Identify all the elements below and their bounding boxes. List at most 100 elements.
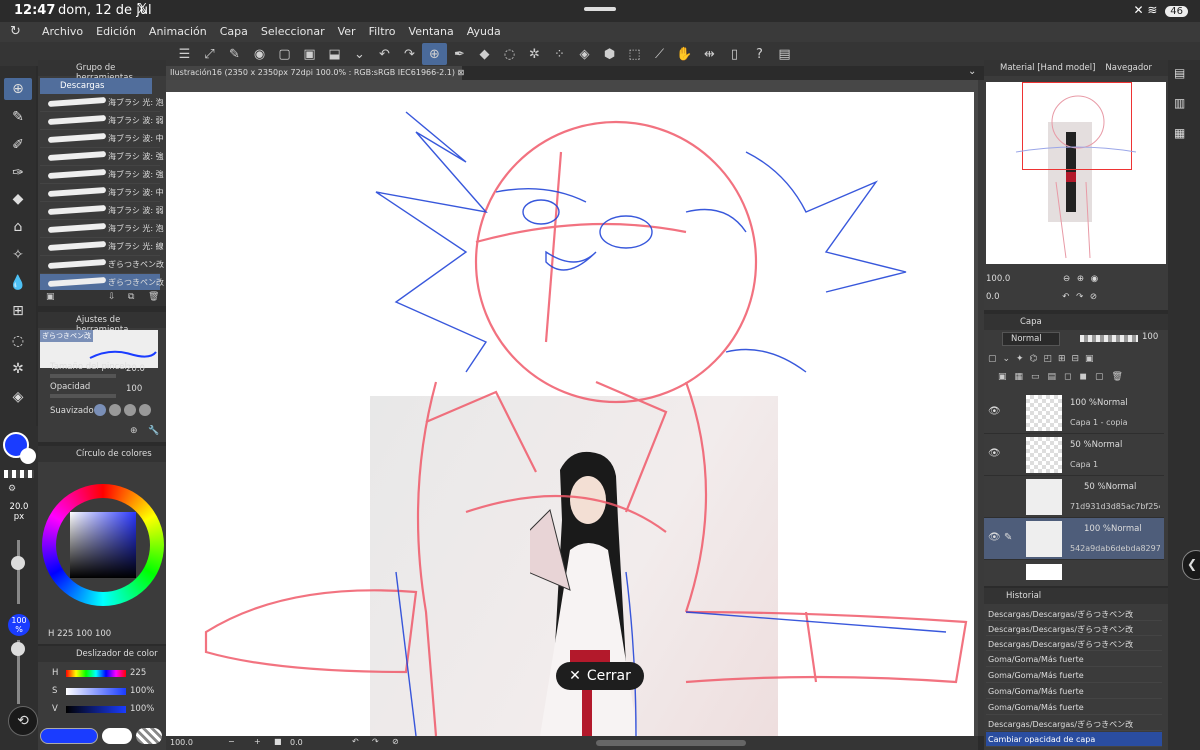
nav-rotate-left-icon[interactable]: ↶ (1062, 292, 1069, 302)
history-item[interactable]: Descargas/Descargas/ぎらつきペン改 (986, 621, 1162, 636)
item-bank-icon[interactable]: ▦ (1174, 126, 1185, 140)
chevron-down-icon[interactable]: ⌄ (347, 43, 372, 65)
menu-hamburger-icon[interactable]: ☰ (172, 43, 197, 65)
opacity-slider[interactable] (50, 394, 116, 398)
close-button[interactable]: ✕ Cerrar (556, 662, 644, 690)
menu-edicion[interactable]: Edición (96, 25, 136, 38)
layer-row-selected[interactable]: 👁 ✎ 100 %Normal 542a9dab6debda8297f97 (984, 518, 1164, 560)
pen-icon[interactable]: ✒ (447, 43, 472, 65)
drop-tool-icon[interactable]: 💧 (4, 272, 32, 294)
eye-icon[interactable]: 👁 (988, 532, 1001, 543)
document-tab[interactable]: Ilustración16 (2350 x 2350px 72dpi 100.0… (166, 66, 464, 80)
tabs-chevron-icon[interactable]: ⌄ (968, 66, 976, 77)
nav-zoom-in-icon[interactable]: ⊕ (1077, 274, 1084, 284)
saturation-slider[interactable] (66, 688, 126, 695)
fill-tool-icon[interactable]: ◈ (4, 386, 32, 408)
opacity-slider-handle[interactable] (11, 642, 25, 656)
brush-size-value[interactable]: 20.0 (126, 364, 145, 374)
layer-opacity-value[interactable]: 100 (1142, 332, 1158, 342)
brush-item[interactable]: ぎらつきペン改 (40, 256, 164, 274)
nav-rotation-value[interactable]: 0.0 (986, 292, 1000, 302)
lasso-tool-icon[interactable]: ◌ (4, 330, 32, 352)
history-item[interactable]: Goma/Goma/Más fuerte (986, 700, 1162, 715)
import-icon[interactable]: ⇩ (108, 292, 116, 302)
download-tool-icon[interactable]: ⊕ (4, 78, 32, 100)
nav-zoom-value[interactable]: 100.0 (986, 274, 1010, 284)
eraser-icon[interactable]: ◆ (472, 43, 497, 65)
layer-opacity-slider[interactable] (1080, 335, 1138, 342)
phone-icon[interactable]: ▯ (722, 43, 747, 65)
save-icon[interactable]: ⬓ (322, 43, 347, 65)
wand-tool-icon[interactable]: ✲ (4, 358, 32, 380)
copy-icon[interactable]: ▣ (46, 292, 55, 302)
rotate-left-icon[interactable]: ↶ (352, 737, 359, 746)
nav-zoom-out-icon[interactable]: ⊖ (1063, 274, 1070, 284)
history-item[interactable]: Goma/Goma/Más fuerte (986, 668, 1162, 683)
menu-ventana[interactable]: Ventana (409, 25, 454, 38)
nav-rotate-right-icon[interactable]: ↷ (1076, 292, 1083, 302)
hue-slider[interactable] (66, 670, 126, 677)
tab-material[interactable]: Material [Hand model] (1000, 63, 1095, 76)
new-file-icon[interactable]: ▢ (272, 43, 297, 65)
help-icon[interactable]: ? (747, 43, 772, 65)
brush-item[interactable]: 海ブラシ 波: 中 (40, 184, 164, 202)
opacity-value[interactable]: 100 (126, 384, 142, 394)
menu-animacion[interactable]: Animación (149, 25, 207, 38)
grid-tool-icon[interactable]: ⊞ (4, 300, 32, 322)
zoom-in-icon[interactable]: + (254, 737, 261, 746)
eye-icon[interactable]: 👁 (988, 448, 1001, 459)
brush-item[interactable]: 海ブラシ 波: 強 (40, 148, 164, 166)
wrench-icon[interactable]: 🔧 (148, 426, 159, 436)
layer-row[interactable]: 👁 50 %Normal Capa 1 (984, 434, 1164, 476)
history-item[interactable]: Goma/Goma/Más fuerte (986, 684, 1162, 699)
layer-row[interactable]: 50 %Normal 71d931d3d85ac7bf254a2 (984, 476, 1164, 518)
fill-icon[interactable]: ◈ (572, 43, 597, 65)
sub-color-swatch[interactable] (20, 448, 36, 464)
history-item[interactable]: Descargas/Descargas/ぎらつきペン改 (986, 636, 1162, 651)
sparkle-tool-icon[interactable]: ✧ (4, 244, 32, 266)
horizontal-scrollbar[interactable] (596, 740, 746, 746)
open-folder-icon[interactable]: ▣ (297, 43, 322, 65)
blend-tool-icon[interactable]: ⌂ (4, 216, 32, 238)
sub-view-icon[interactable]: ▥ (1174, 96, 1185, 110)
brush-item[interactable]: 海ブラシ 光: 泡 (40, 94, 164, 112)
menu-filtro[interactable]: Filtro (369, 25, 396, 38)
history-item[interactable]: Goma/Goma/Más fuerte (986, 652, 1162, 667)
edit-icon[interactable]: ✎ (222, 43, 247, 65)
lasso-icon[interactable]: ◌ (497, 43, 522, 65)
zoom-out-icon[interactable]: − (228, 737, 235, 746)
transparent-swatch[interactable] (4, 470, 34, 478)
reset-rotation-icon[interactable]: ⊘ (392, 737, 399, 746)
brush-item[interactable]: 海ブラシ 光: 泡 (40, 220, 164, 238)
brush-tool-icon[interactable]: ✐ (4, 134, 32, 156)
dotted-select-icon[interactable]: ⁘ (547, 43, 572, 65)
hand-icon[interactable]: ✋ (672, 43, 697, 65)
app-logo-icon[interactable]: ↻ (10, 24, 21, 39)
record-icon[interactable]: ◉ (247, 43, 272, 65)
history-item[interactable]: Descargas/Descargas/ぎらつきペン改 (986, 716, 1162, 731)
eraser-tool-icon[interactable]: ◆ (4, 188, 32, 210)
rotate-right-icon[interactable]: ↷ (372, 737, 379, 746)
trash-icon[interactable]: 🗑 (148, 292, 159, 302)
download-settings-icon[interactable]: ⊕ (130, 426, 138, 436)
brush-item[interactable]: 海ブラシ 波: 弱 (40, 112, 164, 130)
material-panel-icon[interactable]: ▤ (1174, 66, 1185, 80)
expand-panel-icon[interactable]: ❮ (1182, 550, 1200, 580)
blend-mode-select[interactable]: Normal (1002, 332, 1060, 346)
nav-fit-icon[interactable]: ◉ (1091, 274, 1098, 284)
menu-ver[interactable]: Ver (338, 25, 356, 38)
settings-icon[interactable]: ⚙ (8, 484, 16, 494)
layer-tools-row2[interactable]: ▣▦▭▤◻◼▢🗑 (998, 372, 1131, 382)
saturation-value-square[interactable] (70, 512, 136, 578)
close-tab-icon[interactable]: ⊠ (457, 68, 464, 77)
menu-archivo[interactable]: Archivo (42, 25, 83, 38)
window-icon[interactable]: ▤ (772, 43, 797, 65)
multitasking-pill[interactable] (584, 7, 616, 11)
brush-item[interactable]: 海ブラシ 光: 線 (40, 238, 164, 256)
fit-screen-icon[interactable]: ⤢ (197, 43, 222, 65)
menu-ayuda[interactable]: Ayuda (467, 25, 501, 38)
navigator-preview[interactable] (986, 82, 1166, 264)
pen-tool-icon[interactable]: ✎ (4, 106, 32, 128)
duplicate-icon[interactable]: ⧉ (128, 292, 134, 302)
paper-layer-thumbnail[interactable] (1026, 564, 1062, 580)
